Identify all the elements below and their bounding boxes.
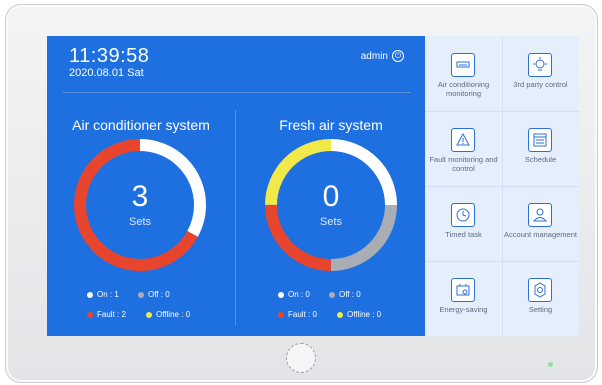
legend-off-label: Off : 0 [339, 290, 361, 299]
off-dot [138, 291, 144, 298]
menu-label: Setting [528, 305, 553, 314]
legend-offline-label: Offline : 0 [347, 310, 382, 319]
ac-legend-fault: Fault : 2 [87, 310, 126, 319]
user-icon [528, 203, 552, 227]
menu-label: Fault monitoring and control [429, 155, 498, 173]
logout-icon[interactable]: ⏻ [392, 50, 404, 62]
fresh-legend-fault: Fault : 0 [278, 310, 317, 319]
menu-label: Timed task [445, 230, 482, 239]
menu-label: 3rd party control [513, 80, 568, 89]
legend-off-label: Off : 0 [148, 290, 170, 299]
header-divider [63, 92, 411, 93]
ac-legend-offline: Offline : 0 [146, 310, 190, 319]
ac-system-unit: Sets [128, 216, 151, 228]
legend-fault-label: Fault : 0 [288, 310, 317, 319]
menu-account-management[interactable]: Account management [502, 186, 579, 261]
menu-timed-task[interactable]: Timed task [425, 186, 502, 261]
menu-3rd-party-control[interactable]: 3rd party control [502, 36, 579, 111]
offline-dot [337, 311, 343, 318]
gear-icon [528, 278, 552, 302]
warning-icon [451, 128, 475, 152]
offline-dot [146, 311, 152, 318]
ac-system-count: 3 [131, 180, 149, 213]
user-menu[interactable]: admin ⏻ [361, 50, 404, 62]
fault-dot [87, 311, 93, 318]
legend-on-label: On : 0 [288, 290, 310, 299]
on-dot [87, 291, 93, 298]
screen: 11:39:58 2020.08.01 Sat admin ⏻ Air cond… [47, 36, 579, 336]
menu-energy-saving[interactable]: Energy-saving [425, 261, 502, 336]
off-dot [329, 291, 335, 298]
clock-date: 2020.08.01 Sat [69, 67, 144, 79]
fresh-air-system-count: 0 [322, 180, 340, 213]
ac-system-title: Air conditioner system [72, 117, 210, 133]
ac-legend-on: On : 1 [87, 290, 119, 299]
menu-label: Energy-saving [439, 305, 488, 314]
function-menu: Air conditioning monitoring 3rd party co… [425, 36, 579, 336]
dashboard-panel: 11:39:58 2020.08.01 Sat admin ⏻ Air cond… [47, 36, 425, 336]
ac-unit-icon [451, 53, 475, 77]
home-button[interactable] [286, 343, 316, 373]
battery-leaf-icon [451, 278, 475, 302]
menu-label: Account management [504, 230, 577, 239]
fresh-air-system-title: Fresh air system [279, 117, 383, 133]
fresh-legend-on: On : 0 [278, 290, 310, 299]
username: admin [360, 50, 388, 62]
calendar-icon [528, 128, 552, 152]
fresh-legend-offline: Offline : 0 [337, 310, 381, 319]
fault-dot [278, 311, 284, 318]
clock-icon [451, 203, 475, 227]
on-dot [278, 291, 284, 298]
legend-offline-label: Offline : 0 [156, 310, 191, 319]
fresh-legend-off: Off : 0 [329, 290, 361, 299]
power-led [548, 362, 553, 367]
bulb-icon [528, 53, 552, 77]
clock-time: 11:39:58 [69, 45, 150, 67]
menu-label: Schedule [524, 155, 557, 164]
menu-fault-monitoring[interactable]: Fault monitoring and control [425, 111, 502, 186]
legend-on-label: On : 1 [97, 290, 119, 299]
ac-legend-off: Off : 0 [138, 290, 170, 299]
menu-setting[interactable]: Setting [502, 261, 579, 336]
menu-ac-monitoring[interactable]: Air conditioning monitoring [425, 36, 502, 111]
panel-divider [235, 110, 236, 325]
fresh-air-system-unit: Sets [319, 216, 342, 228]
menu-label: Air conditioning monitoring [437, 80, 490, 98]
legend-fault-label: Fault : 2 [97, 310, 126, 319]
menu-schedule[interactable]: Schedule [502, 111, 579, 186]
